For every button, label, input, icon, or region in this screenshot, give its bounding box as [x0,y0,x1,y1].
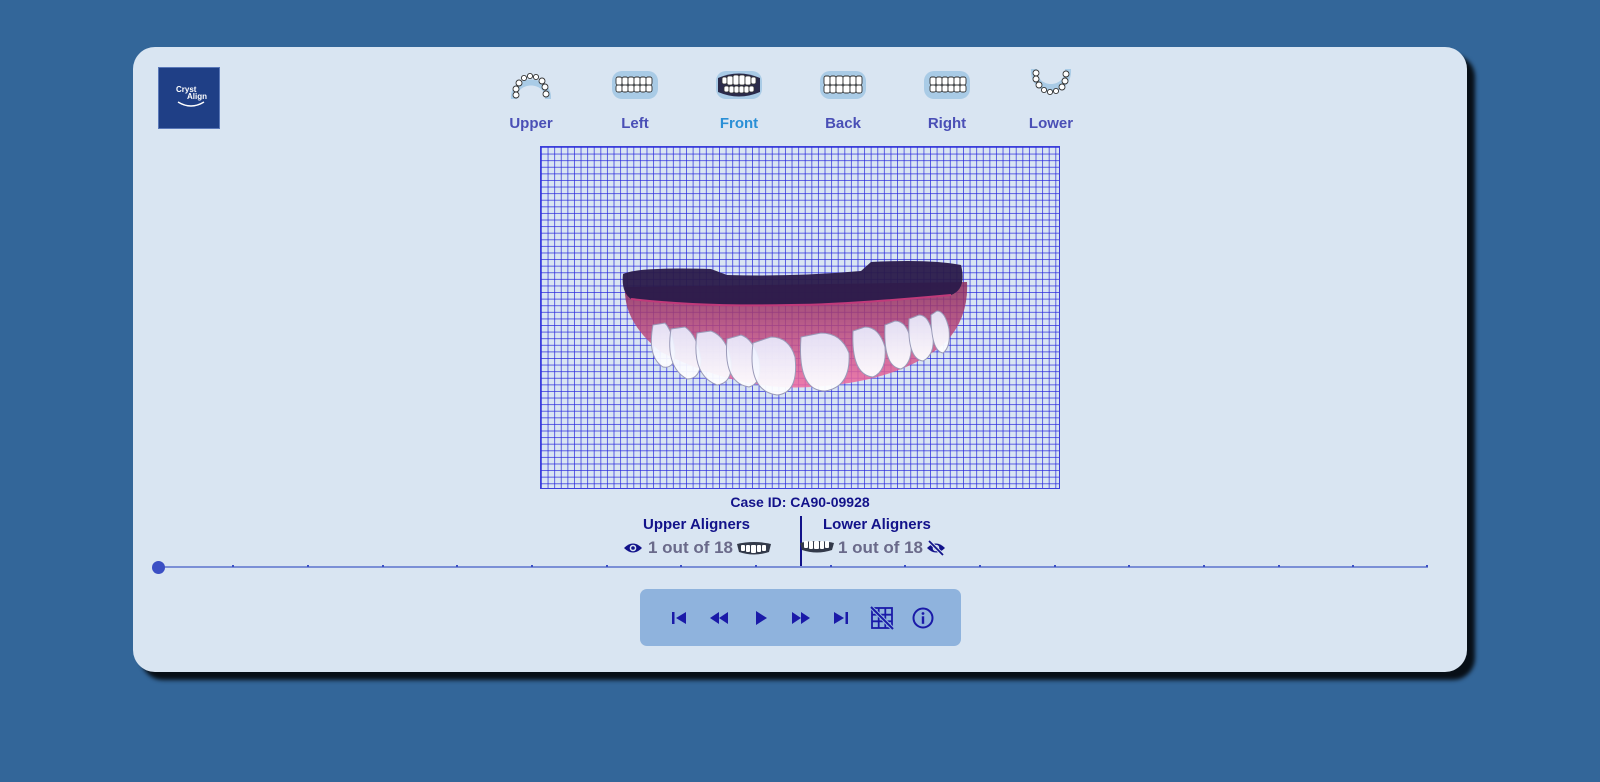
left-side-teeth-icon [612,71,658,99]
lower-teeth-icon[interactable] [799,539,835,555]
timeline-tick [1278,565,1280,567]
crystalign-logo: Cryst Align [158,67,220,129]
view-label: Back [825,115,861,132]
timeline-track [158,566,1428,568]
logo-text-line2: Align [187,92,207,101]
timeline-tick [1203,565,1205,567]
timeline-tick [606,565,608,567]
play-icon[interactable] [747,605,773,631]
timeline-thumb[interactable] [152,561,165,574]
timeline-tick [382,565,384,567]
upper-arch-icon [510,72,552,99]
timeline-tick [456,565,458,567]
rewind-icon[interactable] [706,605,732,631]
eye-off-icon[interactable] [926,540,946,556]
view-label: Right [927,115,967,132]
timeline-tick [232,565,234,567]
timeline-tick [531,565,533,567]
timeline-tick [904,565,906,567]
timeline-tick [979,565,981,567]
case-id: Case ID: CA90-09928 [730,494,870,510]
lower-aligners-count: 1 out of 18 [838,538,924,557]
upper-aligners-count: 1 out of 18 [648,538,734,557]
upper-teeth-model [622,261,968,396]
step-timeline[interactable] [152,559,1428,575]
timeline-tick [1352,565,1354,567]
back-teeth-icon [820,71,866,99]
timeline-tick [1426,565,1428,567]
view-lower[interactable]: Lower [1011,65,1091,132]
fast-forward-icon[interactable] [788,605,814,631]
view-right[interactable]: Right [907,65,987,132]
view-front[interactable]: Front [699,65,779,132]
upper-teeth-icon[interactable] [736,541,772,557]
timeline-tick [1054,565,1056,567]
right-side-teeth-icon [924,71,970,99]
view-left[interactable]: Left [595,65,675,132]
timeline-tick [680,565,682,567]
timeline-tick [307,565,309,567]
playback-controls [640,589,961,646]
3d-model-viewport[interactable] [540,146,1060,489]
timeline-tick [830,565,832,567]
lower-arch-icon [1030,69,1072,96]
lower-aligners-title: Lower Aligners [823,516,931,533]
view-label: Front [719,115,759,132]
timeline-tick [755,565,757,567]
first-step-icon[interactable] [666,605,692,631]
info-icon[interactable] [910,605,936,631]
view-label: Lower [1028,115,1074,132]
view-label: Left [621,115,649,132]
view-label: Upper [509,115,553,132]
view-selector: Upper Left Front Back Right Lower [508,65,1128,135]
view-upper[interactable]: Upper [491,65,571,132]
upper-aligners-title: Upper Aligners [643,516,750,533]
smile-icon [177,101,205,107]
eye-icon[interactable] [623,541,643,555]
last-step-icon[interactable] [828,605,854,631]
view-back[interactable]: Back [803,65,883,132]
timeline-tick [1128,565,1130,567]
front-teeth-icon [716,71,762,99]
grid-toggle-icon[interactable] [869,605,895,631]
viewer-card: Cryst Align Upper Left Front Back Right … [133,47,1467,672]
